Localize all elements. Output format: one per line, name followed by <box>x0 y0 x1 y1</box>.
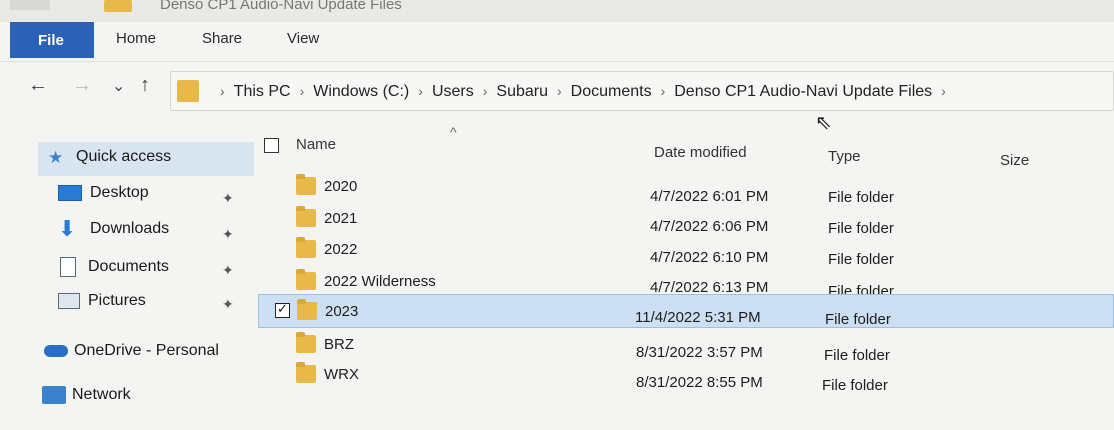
navigation-pane: ★ Quick access Desktop ✦ ⬇ Downloads ✦ D… <box>0 130 258 430</box>
file-name: 2023 <box>325 303 359 320</box>
star-icon: ★ <box>48 148 64 167</box>
list-item[interactable]: WRX 8/31/2022 8:55 PM File folder <box>258 360 1114 394</box>
breadcrumb-users[interactable]: Users <box>432 83 474 100</box>
checkmark-icon: ✓ <box>277 301 288 316</box>
file-date: 8/31/2022 8:55 PM <box>636 374 763 391</box>
row-checkbox[interactable]: ✓ <box>275 301 290 318</box>
pin-icon[interactable]: ✦ <box>222 262 234 279</box>
file-name: 2022 Wilderness <box>324 273 436 290</box>
address-bar: ← → ⌄ ↑ › This PC › Windows (C:) › Users › Suba… <box>0 66 1114 114</box>
list-item-selected[interactable]: ✓ 2023 11/4/2022 5:31 PM File folder <box>258 294 1114 328</box>
sidebar-item-onedrive[interactable]: OneDrive - Personal <box>44 342 219 360</box>
breadcrumb-separator: › <box>660 83 666 99</box>
column-header-name[interactable]: Name <box>296 136 336 153</box>
folder-icon <box>296 206 316 227</box>
file-name: 2020 <box>324 178 358 195</box>
file-list: Name ^ Date modified Type Size 2020 4/7/… <box>258 114 1114 430</box>
sidebar-item-label: Network <box>72 386 131 403</box>
breadcrumb-separator: › <box>220 83 225 99</box>
sidebar-item-label: Desktop <box>90 184 149 201</box>
title-bar: Denso CP1 Audio-Navi Update Files <box>0 0 1114 22</box>
cloud-icon <box>44 345 68 357</box>
sidebar-item-label: Pictures <box>88 292 146 309</box>
file-name: 2021 <box>324 210 358 227</box>
file-date: 4/7/2022 6:01 PM <box>650 188 769 205</box>
ribbon: File Home Share View <box>0 22 1114 62</box>
select-all-checkbox[interactable] <box>264 138 279 153</box>
list-item[interactable]: 2022 Wilderness 4/7/2022 6:13 PM File fo… <box>258 267 1114 300</box>
file-type: File folder <box>822 377 888 394</box>
pin-icon[interactable]: ✦ <box>222 296 234 313</box>
breadcrumb-separator: › <box>556 83 562 99</box>
folder-icon <box>177 80 199 102</box>
folder-icon <box>104 0 132 12</box>
list-item[interactable]: 2022 4/7/2022 6:10 PM File folder <box>258 235 1114 268</box>
folder-icon <box>297 299 317 320</box>
window-title: Denso CP1 Audio-Navi Update Files <box>160 0 402 13</box>
file-name: BRZ <box>324 336 354 353</box>
breadcrumb-windows-c[interactable]: Windows (C:) <box>313 83 409 100</box>
folder-icon <box>296 332 316 353</box>
chevron-down-icon[interactable]: ⌄ <box>112 76 125 96</box>
folder-icon <box>296 362 316 383</box>
file-type: File folder <box>828 251 894 268</box>
breadcrumb-separator: › <box>941 83 946 99</box>
tab-view[interactable]: View <box>287 30 319 47</box>
breadcrumb[interactable]: › This PC › Windows (C:) › Users › Subaru › Docum… <box>170 71 1114 111</box>
documents-icon <box>60 257 76 277</box>
pin-icon[interactable]: ✦ <box>222 190 234 207</box>
pictures-icon <box>58 293 80 309</box>
up-arrow-icon[interactable]: ↑ <box>140 74 150 97</box>
sidebar-item-label: OneDrive - Personal <box>74 342 219 359</box>
breadcrumb-current-folder[interactable]: Denso CP1 Audio-Navi Update Files <box>674 83 932 100</box>
file-date: 8/31/2022 3:57 PM <box>636 344 763 361</box>
column-header-type[interactable]: Type <box>828 148 861 165</box>
tab-file[interactable]: File <box>10 22 94 58</box>
mouse-cursor-icon: ⇖ <box>815 112 832 134</box>
file-name: WRX <box>324 366 359 383</box>
sidebar-item-label: Downloads <box>90 220 170 237</box>
column-header-size[interactable]: Size <box>1000 152 1029 169</box>
file-date: 4/7/2022 6:06 PM <box>650 218 769 235</box>
breadcrumb-separator: › <box>299 83 305 99</box>
sidebar-item-desktop[interactable]: Desktop <box>58 184 149 202</box>
folder-icon <box>296 174 316 195</box>
breadcrumb-documents[interactable]: Documents <box>571 83 652 100</box>
list-item[interactable]: BRZ 8/31/2022 3:57 PM File folder <box>258 330 1114 364</box>
sidebar-item-label: Documents <box>88 258 169 275</box>
folder-icon <box>296 237 316 258</box>
quick-access-toolbar[interactable] <box>10 0 50 10</box>
downloads-icon: ⬇ <box>58 216 77 241</box>
sidebar-item-network[interactable]: Network <box>42 386 131 404</box>
breadcrumb-separator: › <box>482 83 488 99</box>
pin-icon[interactable]: ✦ <box>222 226 234 243</box>
breadcrumb-separator: › <box>418 83 423 99</box>
file-type: File folder <box>825 311 891 328</box>
file-date: 11/4/2022 5:31 PM <box>635 309 761 326</box>
forward-arrow-icon[interactable]: → <box>72 74 92 97</box>
network-icon <box>42 386 66 404</box>
sidebar-item-quick-access[interactable]: ★ Quick access <box>48 148 172 167</box>
sidebar-item-documents[interactable]: Documents <box>60 257 169 277</box>
sidebar-item-downloads[interactable]: ⬇ Downloads <box>58 216 170 241</box>
list-item[interactable]: 2020 4/7/2022 6:01 PM File folder <box>258 172 1114 206</box>
column-header-date-modified[interactable]: Date modified <box>654 144 747 161</box>
sidebar-item-pictures[interactable]: Pictures <box>58 292 146 310</box>
desktop-icon <box>58 185 82 201</box>
file-name: 2022 <box>324 241 358 258</box>
list-item[interactable]: 2021 4/7/2022 6:06 PM File folder <box>258 204 1114 237</box>
sort-up-icon: ^ <box>450 124 457 140</box>
tab-home[interactable]: Home <box>116 30 156 47</box>
tab-share[interactable]: Share <box>202 30 242 47</box>
back-arrow-icon[interactable]: ← <box>28 74 48 97</box>
sidebar-item-label: Quick access <box>76 148 172 165</box>
breadcrumb-subaru[interactable]: Subaru <box>496 83 548 100</box>
folder-icon <box>296 269 316 290</box>
file-date: 4/7/2022 6:10 PM <box>650 249 769 266</box>
breadcrumb-this-pc[interactable]: This PC <box>234 83 291 100</box>
